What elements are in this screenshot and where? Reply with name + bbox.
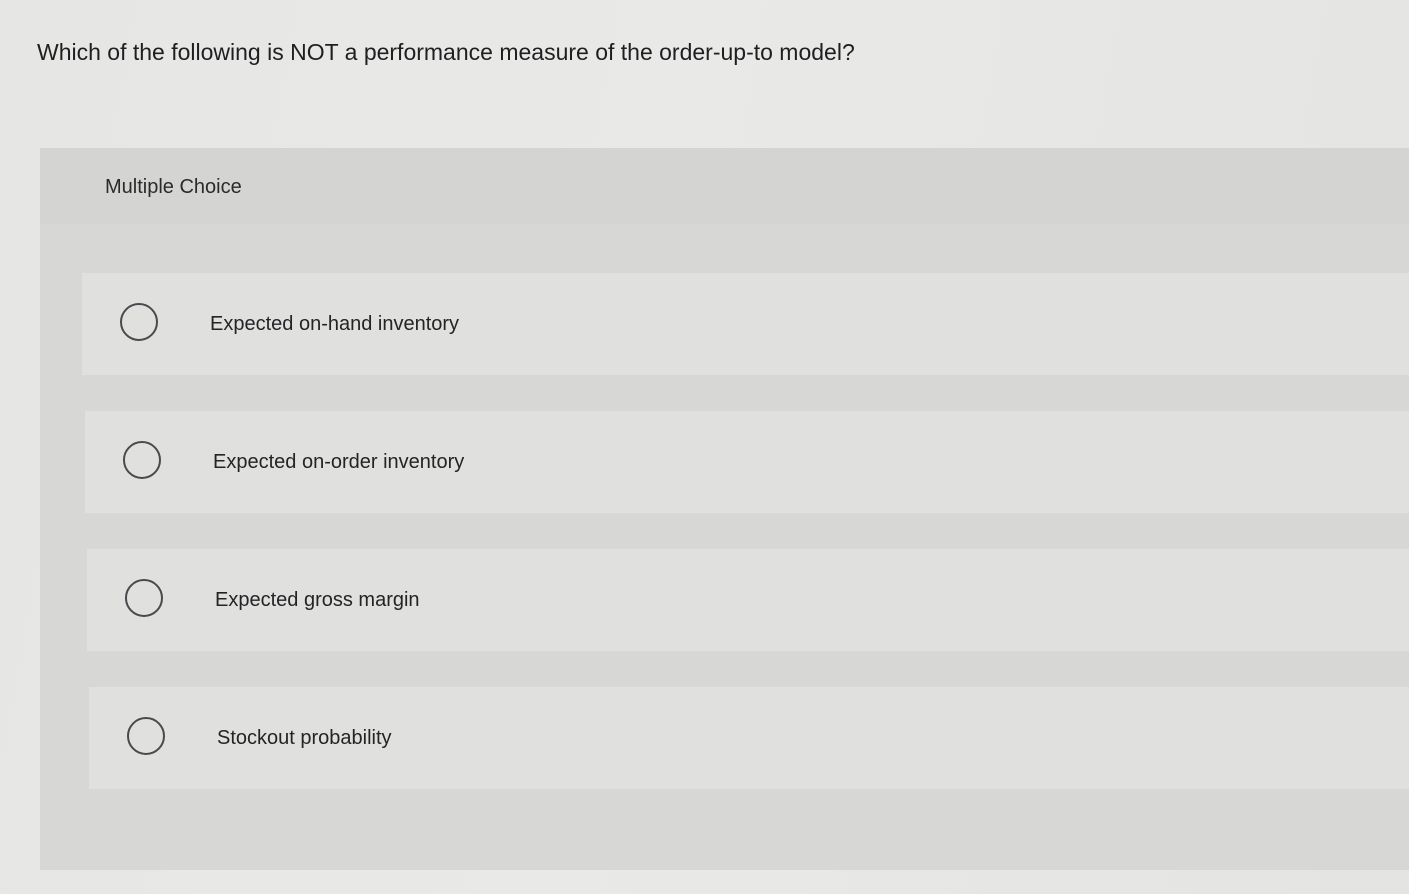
radio-button-unchecked-icon[interactable] [127,717,165,755]
radio-button-unchecked-icon[interactable] [120,303,158,341]
answer-option-1[interactable]: Expected on-hand inventory [82,273,1409,375]
radio-button-unchecked-icon[interactable] [125,579,163,617]
question-type-label: Multiple Choice [105,176,242,198]
radio-button-unchecked-icon[interactable] [123,441,161,479]
answer-option-4[interactable]: Stockout probability [89,687,1409,789]
answer-option-label: Stockout probability [217,727,392,749]
answer-option-label: Expected gross margin [215,589,420,611]
answer-option-3[interactable]: Expected gross margin [87,549,1409,651]
question-text: Which of the following is NOT a performa… [37,39,855,65]
answer-option-label: Expected on-order inventory [213,451,465,473]
multiple-choice-panel: Multiple Choice Expected on-hand invento… [40,148,1409,870]
panel-header: Multiple Choice [40,148,1409,224]
answer-option-label: Expected on-hand inventory [210,313,460,335]
answer-option-2[interactable]: Expected on-order inventory [85,411,1409,513]
